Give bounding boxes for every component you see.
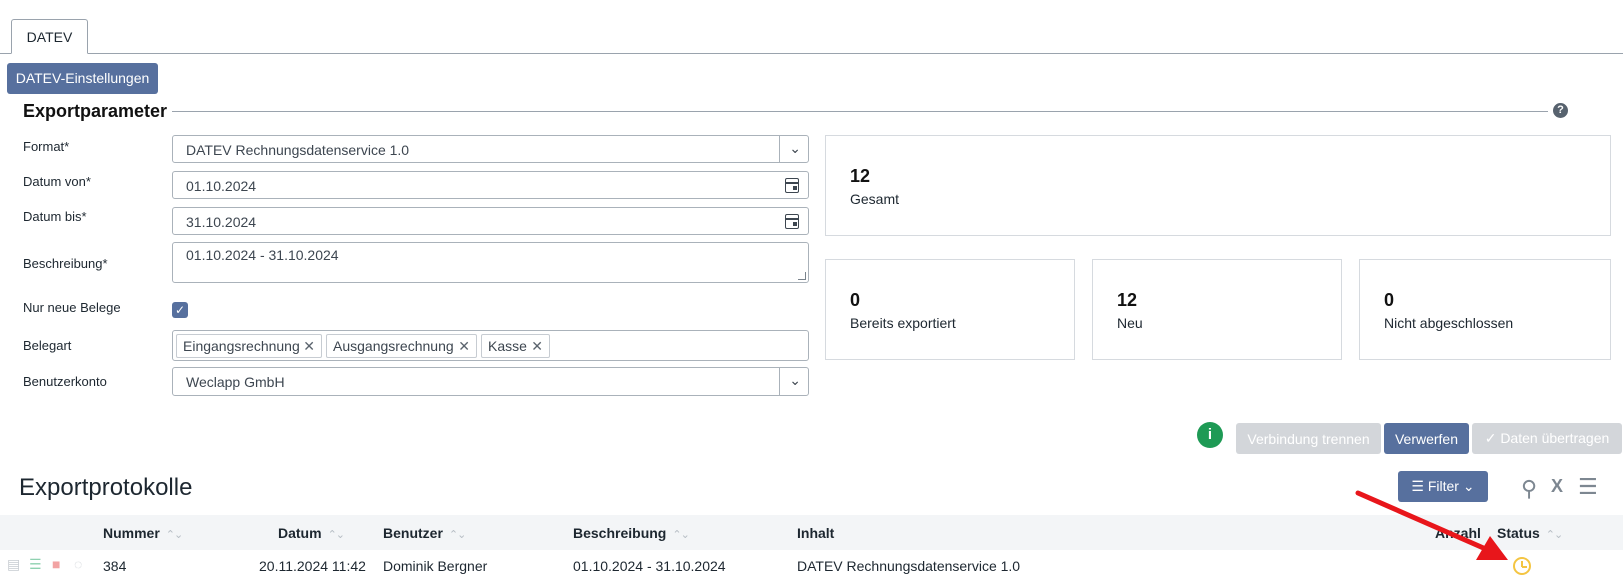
chip-ausgangsrechnung: Ausgangsrechnung ✕ — [326, 334, 477, 358]
cell-number: 384 — [103, 558, 127, 574]
resize-handle[interactable] — [798, 272, 806, 280]
stat-card-new: 12 Neu — [1092, 259, 1342, 360]
section-title: Exportparameter — [23, 101, 168, 121]
search-icon[interactable]: ⚲ — [1521, 476, 1537, 502]
info-icon[interactable]: i — [1197, 422, 1223, 448]
stat-card-not-closed: 0 Nicht abgeschlossen — [1359, 259, 1611, 360]
col-beschreibung[interactable]: Beschreibung ⌃⌄ — [573, 525, 690, 541]
delete-icon[interactable]: ■ — [52, 556, 60, 572]
col-nummer[interactable]: Nummer ⌃⌄ — [103, 525, 183, 541]
doc-type-label: Belegart — [23, 338, 72, 353]
format-value: DATEV Rechnungsdatenservice 1.0 — [186, 142, 410, 158]
chip-kasse: Kasse ✕ — [481, 334, 550, 358]
tab-bar: DATEV — [0, 0, 1623, 54]
cell-description: 01.10.2024 - 31.10.2024 — [573, 558, 726, 574]
col-inhalt[interactable]: Inhalt — [797, 525, 834, 541]
cell-date: 20.11.2024 11:42 — [259, 558, 366, 574]
account-value: Weclapp GmbH — [186, 374, 285, 390]
column-settings-icon[interactable]: ☰ — [1578, 474, 1598, 500]
remove-icon[interactable]: ✕ — [531, 335, 543, 357]
disconnect-button[interactable]: Verbindung trennen — [1236, 423, 1381, 454]
remove-icon[interactable]: ✕ — [458, 335, 470, 357]
annotation-arrow — [1355, 490, 1508, 560]
format-select[interactable]: DATEV Rechnungsdatenservice 1.0 ⌄ — [172, 135, 809, 163]
excel-export-icon[interactable]: X — [1551, 476, 1563, 497]
section-divider — [172, 111, 1548, 112]
date-from-input[interactable]: 01.10.2024 — [172, 171, 809, 199]
transfer-data-button[interactable]: ✓ Daten übertragen — [1472, 423, 1622, 454]
chevron-down-icon[interactable]: ⌄ — [789, 372, 801, 389]
log-title: Exportprotokolle — [19, 474, 193, 501]
document-icon[interactable]: ▤ — [7, 556, 20, 573]
discard-button[interactable]: Verwerfen — [1384, 423, 1469, 454]
only-new-label: Nur neue Belege — [23, 300, 121, 315]
doc-type-multiselect[interactable]: Eingangsrechnung ✕ Ausgangsrechnung ✕ Kass… — [172, 330, 809, 361]
remove-icon[interactable]: ✕ — [303, 335, 315, 357]
date-from-label: Datum von* — [23, 174, 91, 189]
chevron-down-icon[interactable]: ⌄ — [789, 140, 801, 157]
date-to-value: 31.10.2024 — [186, 214, 257, 230]
tab-datev[interactable]: DATEV — [11, 19, 88, 54]
list-icon[interactable]: ☰ — [29, 556, 42, 573]
date-to-input[interactable]: 31.10.2024 — [172, 207, 809, 235]
chip-eingangsrechnung: Eingangsrechnung ✕ — [176, 334, 322, 358]
cell-content: DATEV Rechnungsdatenservice 1.0 — [797, 558, 1021, 574]
help-icon[interactable]: ? — [1553, 103, 1568, 118]
refresh-icon[interactable]: ◌ — [74, 556, 82, 572]
col-benutzer[interactable]: Benutzer ⌃⌄ — [383, 525, 466, 541]
calendar-icon[interactable] — [785, 214, 799, 229]
account-select[interactable]: Weclapp GmbH ⌄ — [172, 367, 809, 396]
date-to-label: Datum bis* — [23, 209, 87, 224]
format-label: Format* — [23, 139, 70, 154]
description-textarea[interactable]: 01.10.2024 - 31.10.2024 — [172, 242, 809, 283]
description-value: 01.10.2024 - 31.10.2024 — [186, 247, 339, 263]
col-datum[interactable]: Datum ⌃⌄ — [278, 525, 345, 541]
account-label: Benutzerkonto — [23, 374, 107, 389]
calendar-icon[interactable] — [785, 178, 799, 193]
cell-user: Dominik Bergner — [383, 558, 488, 574]
only-new-checkbox[interactable]: ✓ — [172, 302, 188, 318]
tab-underline — [0, 53, 1623, 54]
datev-settings-button[interactable]: DATEV-Einstellungen — [7, 63, 158, 94]
description-label: Beschreibung* — [23, 256, 108, 271]
stat-card-total: 12 Gesamt — [825, 135, 1611, 236]
date-from-value: 01.10.2024 — [186, 178, 257, 194]
stat-card-exported: 0 Bereits exportiert — [825, 259, 1075, 360]
